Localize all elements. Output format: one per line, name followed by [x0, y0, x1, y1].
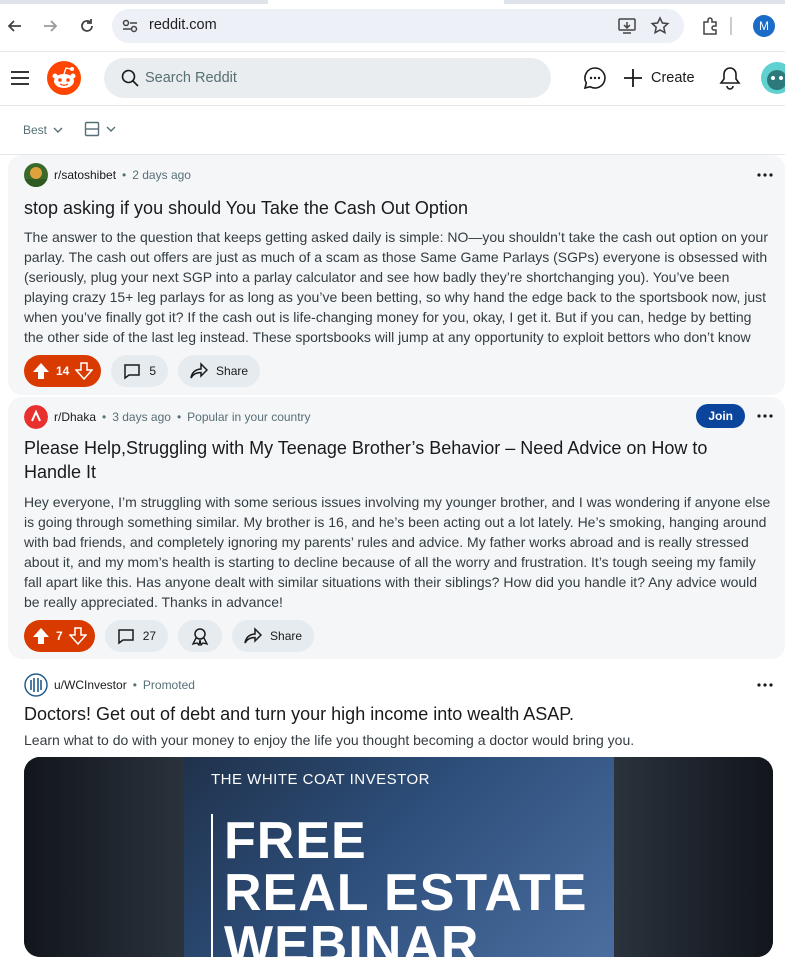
community-icon[interactable]	[24, 405, 48, 429]
post-card[interactable]: r/Dhaka • 3 days ago • Popular in your c…	[8, 397, 785, 659]
tab-strip	[0, 0, 785, 4]
create-label: Create	[651, 70, 695, 86]
share-button[interactable]: Share	[232, 620, 315, 652]
comments-button[interactable]: 27	[104, 620, 169, 652]
comment-count: 5	[149, 364, 157, 378]
search-icon	[120, 68, 140, 88]
post-actions: 14 5 Share	[24, 355, 261, 387]
reddit-header: Search Reddit Create	[0, 52, 785, 106]
view-layout-dropdown[interactable]	[84, 121, 116, 137]
install-app-icon[interactable]	[617, 16, 637, 36]
share-button[interactable]: Share	[178, 355, 261, 387]
share-icon	[190, 362, 209, 379]
post-title[interactable]: Please Help,Struggling with My Teenage B…	[24, 436, 764, 484]
advertiser-name[interactable]: u/WCInvestor	[54, 678, 127, 692]
forward-icon[interactable]	[38, 14, 62, 38]
notifications-bell-icon[interactable]	[719, 66, 741, 90]
upvote-icon[interactable]	[32, 627, 50, 645]
ad-headline-line3: WEBINAR	[224, 916, 480, 957]
post-actions: 7 27 Share	[24, 620, 315, 652]
chevron-down-icon	[53, 127, 63, 133]
join-button[interactable]: Join	[696, 404, 745, 428]
post-card[interactable]: r/satoshibet • 2 days ago stop asking if…	[8, 155, 785, 395]
vote-control: 14	[24, 355, 102, 387]
comment-icon	[124, 364, 141, 380]
downvote-icon[interactable]	[68, 627, 87, 645]
post-meta: u/WCInvestor • Promoted	[24, 673, 195, 697]
upvote-icon[interactable]	[32, 362, 50, 380]
chevron-down-icon	[106, 126, 116, 132]
create-button[interactable]: Create	[623, 64, 695, 92]
meta-separator: •	[122, 168, 127, 182]
post-title[interactable]: stop asking if you should You Take the C…	[24, 196, 764, 220]
vote-control: 7	[24, 620, 95, 652]
address-bar[interactable]: reddit.com	[112, 9, 684, 43]
post-body: Hey everyone, I’m struggling with some s…	[24, 494, 771, 610]
community-icon[interactable]	[24, 163, 48, 187]
post-title[interactable]: Doctors! Get out of debt and turn your h…	[24, 702, 764, 726]
extensions-icon[interactable]	[698, 14, 722, 38]
more-options-icon[interactable]	[755, 406, 775, 426]
ad-headline-line2: REAL ESTATE	[224, 864, 588, 922]
meta-separator: •	[176, 410, 182, 424]
award-button[interactable]	[178, 620, 223, 652]
meta-separator: •	[102, 410, 107, 424]
vote-count: 7	[56, 629, 63, 643]
share-label: Share	[270, 629, 303, 643]
downvote-icon[interactable]	[75, 362, 94, 380]
plus-icon	[624, 69, 642, 87]
vote-count: 14	[56, 364, 70, 378]
post-time: 3 days ago	[112, 410, 171, 424]
post-body: The answer to the question that keeps ge…	[24, 229, 768, 345]
promoted-label: Promoted	[142, 678, 195, 692]
post-meta: r/satoshibet • 2 days ago	[24, 163, 191, 187]
bookmark-star-icon[interactable]	[650, 16, 670, 36]
ad-accent-line	[211, 814, 213, 957]
more-options-icon[interactable]	[755, 165, 775, 185]
meta-separator: •	[132, 678, 137, 692]
browser-toolbar: reddit.com M	[0, 0, 785, 52]
community-name[interactable]: r/Dhaka	[54, 410, 96, 424]
reddit-logo-icon[interactable]	[47, 61, 81, 95]
active-tab-edge[interactable]	[268, 0, 504, 4]
post-time: 2 days ago	[132, 168, 191, 182]
user-avatar[interactable]	[761, 62, 785, 94]
url-text: reddit.com	[149, 17, 217, 33]
search-placeholder: Search Reddit	[145, 70, 237, 86]
card-view-icon	[84, 121, 100, 137]
ad-right-bg	[614, 757, 773, 957]
chat-icon[interactable]	[583, 66, 607, 90]
popular-note: Popular in your country	[187, 410, 311, 424]
share-label: Share	[216, 364, 249, 378]
comments-button[interactable]: 5	[111, 355, 169, 387]
comment-icon	[117, 629, 134, 645]
reload-icon[interactable]	[75, 14, 99, 38]
search-input[interactable]: Search Reddit	[104, 58, 551, 98]
more-options-icon[interactable]	[755, 675, 775, 695]
ad-image[interactable]: THE WHITE COAT INVESTOR FREE REAL ESTATE…	[24, 757, 773, 957]
post-body: Learn what to do with your money to enjo…	[24, 732, 635, 748]
site-settings-icon[interactable]	[120, 16, 140, 36]
ad-brand-text: THE WHITE COAT INVESTOR	[211, 771, 431, 788]
community-name[interactable]: r/satoshibet	[54, 168, 116, 182]
ad-headline-line1: FREE	[224, 812, 367, 870]
share-icon	[244, 627, 263, 644]
back-icon[interactable]	[3, 14, 27, 38]
menu-icon[interactable]	[10, 68, 30, 88]
toolbar-divider	[730, 17, 732, 35]
post-meta: r/Dhaka • 3 days ago • Popular in your c…	[24, 405, 311, 429]
advertiser-icon[interactable]	[24, 673, 48, 697]
sort-dropdown[interactable]: Best	[23, 123, 63, 137]
comment-count: 27	[142, 629, 157, 643]
ad-left-bg	[24, 757, 184, 957]
sort-label: Best	[23, 123, 48, 137]
feed-sort-bar: Best	[0, 107, 785, 155]
profile-avatar[interactable]: M	[753, 15, 775, 37]
award-icon	[191, 628, 209, 646]
